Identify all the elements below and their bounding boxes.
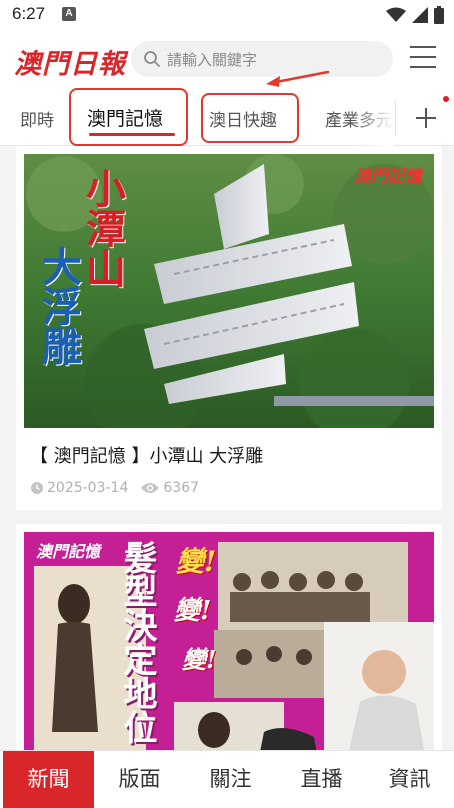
app-logo[interactable]: 澳門日報 <box>14 42 126 81</box>
nav-follow[interactable]: 關注 <box>185 751 276 808</box>
thumbnail-exclaim-1: 變! <box>176 545 217 578</box>
thumbnail-exclaim-2: 變! <box>174 596 212 626</box>
menu-line-icon <box>410 46 436 48</box>
article-title[interactable]: 【 澳門記憶 】小潭山 大浮雕 <box>30 442 263 468</box>
notification-dot <box>443 96 449 102</box>
thumbnail-headline-top: 小潭山 <box>79 168 126 288</box>
article-date: 2025-03-14 <box>30 480 128 496</box>
article-thumbnail[interactable]: 澳門記憶 髮型決定地位 變! 變! 變! <box>24 532 434 750</box>
article-thumbnail[interactable]: 澳門記憶 小潭山 大浮雕 <box>24 154 434 428</box>
notification-badge-icon: A <box>62 7 76 21</box>
thumbnail-logo: 澳門記憶 <box>36 542 101 561</box>
menu-line-icon <box>410 66 436 68</box>
nav-layout[interactable]: 版面 <box>94 751 185 808</box>
article-views: 6367 <box>140 480 199 496</box>
clock-icon <box>31 482 43 494</box>
category-tabs: 即時 澳門記憶 澳日快趣 產業多元 <box>0 88 454 146</box>
article-card[interactable]: 澳門記憶 小潭山 大浮雕 【 澳門記憶 】小潭山 大浮雕 2025-03-14 <box>16 146 442 510</box>
status-time: 6:27 <box>12 4 46 23</box>
status-bar: 6:27 A <box>0 0 454 30</box>
status-indicators <box>386 4 444 26</box>
thumbnail-headline: 髮型決定地位 <box>117 540 157 744</box>
battery-icon <box>434 6 444 24</box>
tab-instant[interactable]: 即時 <box>20 106 54 131</box>
search-icon <box>144 51 160 67</box>
thumbnail-logo: 澳門記憶 <box>354 167 422 187</box>
signal-icon <box>412 7 428 23</box>
thumbnail-exclaim-3: 變! <box>182 645 217 674</box>
eye-icon <box>141 483 160 493</box>
app-header: 澳門日報 請輸入關鍵字 <box>0 30 454 90</box>
annotation-arrow-icon <box>266 70 330 87</box>
news-feed[interactable]: 澳門記憶 小潭山 大浮雕 【 澳門記憶 】小潭山 大浮雕 2025-03-14 <box>0 146 454 750</box>
annotation-highlight-box <box>201 93 299 143</box>
hamburger-menu-button[interactable] <box>408 46 438 72</box>
nav-news[interactable]: 新聞 <box>3 751 94 808</box>
wifi-icon <box>386 7 406 22</box>
thumbnail-headline-bottom: 大浮雕 <box>35 246 82 366</box>
search-placeholder: 請輸入關鍵字 <box>167 51 258 69</box>
menu-line-icon <box>410 56 436 58</box>
article-card[interactable]: 澳門記憶 髮型決定地位 變! 變! 變! <box>16 524 442 750</box>
nav-info[interactable]: 資訊 <box>364 751 454 808</box>
nav-live[interactable]: 直播 <box>276 751 367 808</box>
bottom-navigation: 新聞 版面 關注 直播 資訊 <box>0 750 454 808</box>
thumbnail-graphic <box>24 532 434 750</box>
tab-scroll-fade <box>352 90 394 146</box>
app-screen: 6:27 A 澳門日報 請輸入關鍵字 即時 澳門記憶 澳日快趣 澳門記憶 小潭山… <box>0 0 454 808</box>
annotation-highlight-box <box>69 88 188 146</box>
article-meta: 2025-03-14 6367 <box>30 480 211 496</box>
